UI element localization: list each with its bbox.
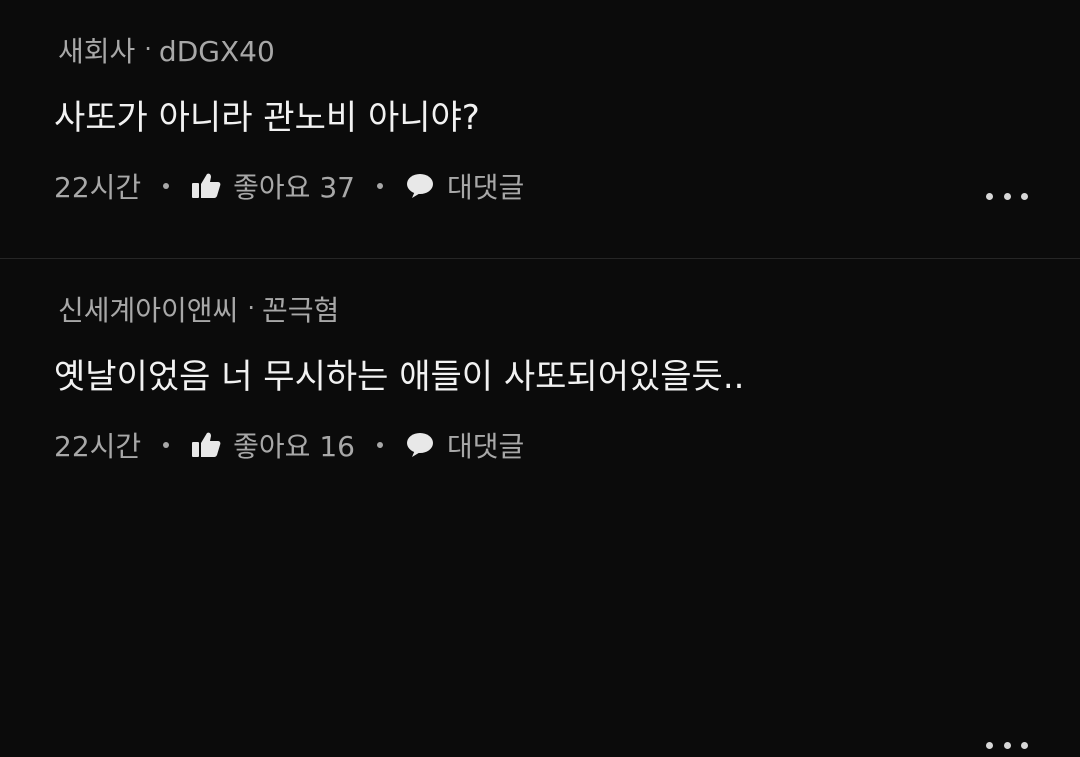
separator-dot [376, 183, 383, 189]
comment-time: 22시간 [54, 430, 142, 463]
reply-label: 대댓글 [446, 171, 525, 204]
like-button[interactable]: 좋아요 16 [191, 425, 355, 465]
comment-list: 새회사 · dDGX40 사또가 아니라 관노비 아니야? 22시간 좋아요 37 [0, 0, 1080, 749]
comment-text: 옛날이었음 너 무시하는 애들이 사또되어있을듯.. [54, 357, 745, 397]
meta-separator: · [247, 294, 255, 322]
comment-item: 새회사 · dDGX40 사또가 아니라 관노비 아니야? 22시간 좋아요 37 [0, 0, 1080, 258]
speech-bubble-icon [405, 432, 435, 458]
separator-dot [163, 183, 170, 189]
more-horizontal-icon [986, 192, 993, 200]
reply-label: 대댓글 [446, 430, 525, 463]
author-name[interactable]: dDGX40 [159, 35, 275, 68]
separator-dot [376, 442, 383, 448]
more-options-button[interactable] [986, 184, 1028, 208]
author-company[interactable]: 새회사 [58, 35, 135, 68]
more-options-button[interactable] [986, 733, 1028, 757]
author-company[interactable]: 신세계아이앤씨 [58, 294, 238, 327]
like-count: 좋아요 37 [233, 171, 355, 204]
thumbs-up-icon [191, 431, 221, 459]
speech-bubble-icon [405, 173, 435, 199]
comment-actions: 22시간 좋아요 16 대댓글 [54, 425, 524, 465]
comment-meta: 신세계아이앤씨 · 꼰극혐 [58, 289, 339, 329]
separator-dot [163, 442, 170, 448]
comment-actions: 22시간 좋아요 37 대댓글 [54, 166, 524, 206]
more-horizontal-icon [986, 741, 993, 749]
like-button[interactable]: 좋아요 37 [191, 166, 355, 206]
reply-button[interactable]: 대댓글 [405, 425, 524, 465]
comment-text: 사또가 아니라 관노비 아니야? [54, 98, 480, 138]
thumbs-up-icon [191, 172, 221, 200]
comment-time: 22시간 [54, 171, 142, 204]
like-count: 좋아요 16 [233, 430, 355, 463]
meta-separator: · [144, 35, 152, 63]
reply-button[interactable]: 대댓글 [405, 166, 524, 206]
comment-item: 신세계아이앤씨 · 꼰극혐 옛날이었음 너 무시하는 애들이 사또되어있을듯.. 2… [0, 259, 1080, 749]
author-name[interactable]: 꼰극혐 [262, 294, 339, 327]
comment-meta: 새회사 · dDGX40 [58, 30, 275, 70]
